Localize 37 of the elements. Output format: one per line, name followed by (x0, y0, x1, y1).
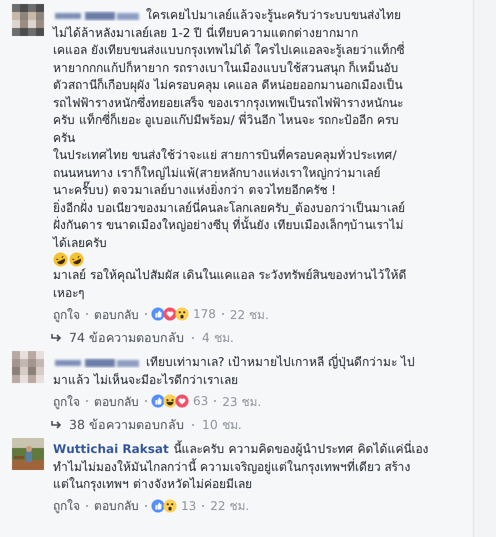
comment-text: นี้และครับ ความคิดของผู้นำประทศ คิดได้แค่นี่เอง (174, 441, 428, 458)
author-name[interactable]: Wuttichai Raksat (53, 441, 169, 458)
comment-text: ได้เลยครับ (53, 234, 107, 252)
like-link[interactable]: ถูกใจ (53, 392, 80, 410)
comment-text: หายากกกแก้ปก็หายาก รถรางเบาในเมืองแบบใช้สวนสนุก ก็เหม็นอับ (53, 60, 399, 77)
reply-arrow-icon (51, 420, 63, 430)
comment-text: ถนนหนทาง เราก็ใหญ่ไม่แพ้(สายหลักบางแห่งเราใหญ่กว่ามาเลย์ (53, 164, 380, 181)
timestamp: 4 ชม. (202, 329, 234, 347)
comment-text: แต่ในกรุงเทพฯ ต่างจังหวัดไม่ค่อยมีเลย (53, 476, 252, 494)
timestamp: 10 ชม. (202, 416, 242, 434)
comment-text: ยิ่งอีกฝั่ง บอเนียวของมาเลย์นี่คนละโลกเลยครับ_ต้องบอกว่าเป็นมาเลย์ (53, 200, 405, 216)
comment-text: ใครเคยไปมาเลย์แล้วจะรู้นะครับว่าระบบขนส่งไทย (146, 7, 401, 24)
comment-text: เคแอล ยังเทียบขนส่งแบบกรุงเทพไม่ได้ ใครไปเคแอลจะรู้เลยว่าแท็กซี่ (53, 42, 405, 60)
comment-text: ไม่ได้ล้าหลังมาเลย์เลย 1-2 ปี นี่เทียบความแตกต่างยากมาก (53, 24, 358, 42)
comment-text: ในประเทศไทย ขนส่งใช้ว่าจะแย่ สายการบินที่ครอบคลุมทั่วประเทศ/ (53, 147, 397, 164)
comment-text: มาเลย์ รอให้คุณไปสัมผัส เดินในแคแอล ระวังทรัพย์สินของท่านไว้ให้ดี (53, 267, 406, 284)
like-link[interactable]: ถูกใจ (53, 304, 80, 324)
like-link[interactable]: ถูกใจ (53, 496, 80, 515)
comment-text: ครัน (53, 130, 75, 146)
comment-text: นาะครั๊บบ) ตจวมาเลย์บางแห่งยิ่งกว่า ตจวไทยอีกครัช ! (53, 182, 336, 199)
comment-text: ตัวสถานีก็เกือบผุผัง ไม่ครอบคลุม เคแอล ดีหน่อยออกมานอกเมืองเป็น (53, 77, 402, 94)
comment-text: เหอะๆ (53, 284, 84, 302)
comment-text: รถไฟฟ้ารางหนักซึ่งทยอยเสร็จ ของเรากรุงเทพเป็นรถไฟฟ้ารางหนักนะ (53, 94, 403, 112)
comment-text: ฝั่งกันดาร ขนาดเมืองใหญ่อย่างซีบุ ที่นั้นยัง เทียบเมืองเล็กๆบ้านเราไม่ (53, 217, 404, 234)
replies-link[interactable]: 74 ข้อความตอบกลับ (69, 328, 184, 348)
timestamp: 22 ชม. (210, 498, 250, 515)
comment-text: ทำไมไม่มองให้มันไกลกว่านี้ ความเจริญอยู่แต่ในกรุงเทพฯที่เดียว สร้าง (53, 458, 411, 476)
timestamp: 23 ชม. (222, 394, 262, 410)
replies-link[interactable]: 38 ข้อความตอบกลับ (69, 415, 184, 435)
reply-arrow-icon (51, 333, 63, 343)
timestamp: 22 ชม. (230, 306, 269, 324)
comment-text: เทียบเท่ามาเล? เป้าหมายไปเกาหลี ญี่ปุ่นดีกว่ามะ ไป (146, 354, 415, 372)
reply-link[interactable]: ตอบกลับ (94, 496, 139, 515)
comment-text: ครับ แท็กซี่ก็เยอะ อูเบอแก๊ปมีพร้อม/ พี่วินอีก ไหนจะ รถกะป้ออีก ครบ (53, 112, 399, 130)
reply-link[interactable]: ตอบกลับ (94, 392, 139, 410)
reply-link[interactable]: ตอบกลับ (94, 304, 139, 324)
comment-text: มาแล้ว ไม่เห็นจะมีอะไรดีกว่าเราเลย (53, 372, 238, 388)
